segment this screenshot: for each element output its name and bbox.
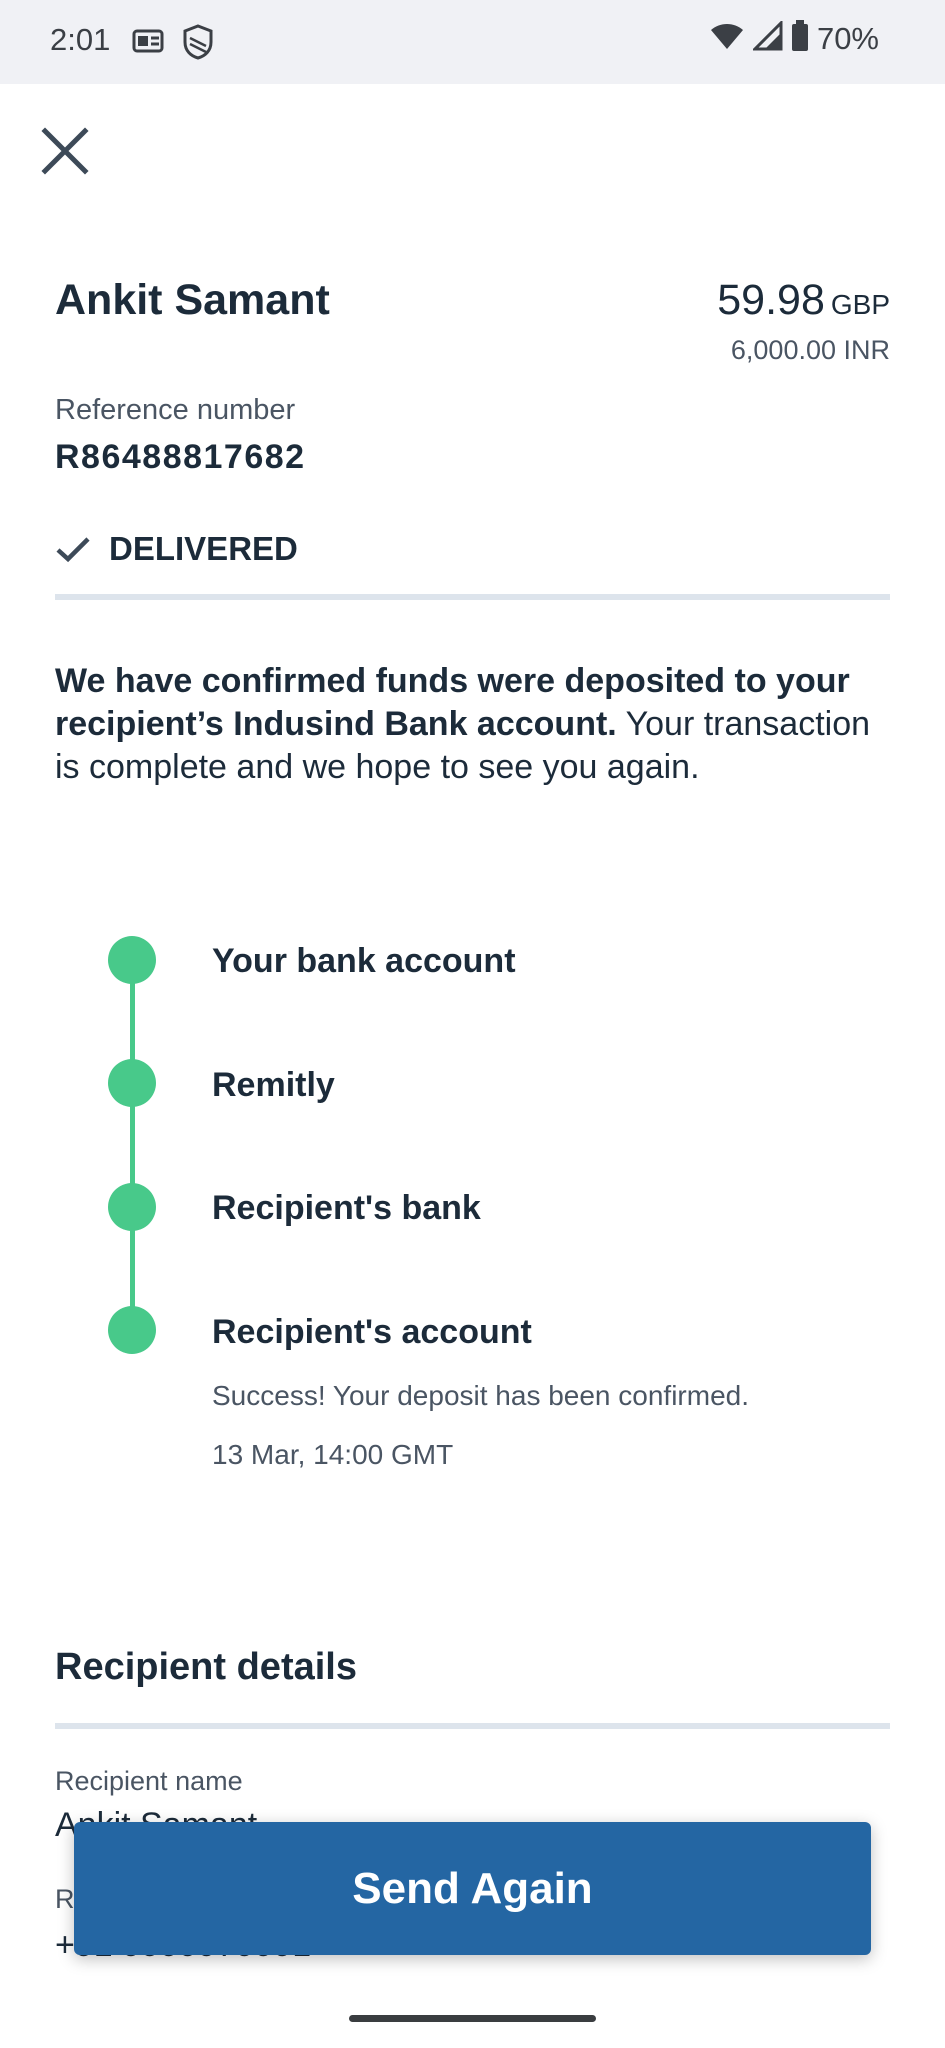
timeline-final-time: 13 Mar, 14:00 GMT (212, 1439, 454, 1470)
recipient-name: Ankit Samant (55, 276, 330, 324)
timeline-dot (108, 936, 156, 984)
amount-sent: 59.98 (717, 276, 825, 324)
timeline-dot (108, 1059, 156, 1107)
transfer-timeline: Your bank account Remitly Recipient's ba… (108, 936, 888, 1496)
timeline-step: Recipient's account (212, 1313, 532, 1351)
recipient-details-title: Recipient details (55, 1646, 357, 1688)
battery-percent: 70% (816, 20, 879, 56)
amount-converted: 6,000.00 INR (730, 335, 890, 365)
amount-block: 59.98 GBP 6,000.00 INR (717, 276, 890, 366)
close-button[interactable] (38, 124, 92, 178)
status-bar: 2:01 70% (0, 0, 945, 84)
timeline-step: Recipient's bank (212, 1189, 481, 1227)
timeline-step: Remitly (212, 1066, 335, 1104)
checkmark-icon (56, 537, 90, 563)
close-icon (41, 127, 89, 175)
timeline-final-note: Success! Your deposit has been confirmed… (212, 1380, 750, 1411)
battery-icon (791, 20, 809, 57)
divider (55, 1723, 890, 1729)
confirmation-message: We have confirmed funds were deposited t… (55, 660, 875, 789)
send-again-button[interactable]: Send Again (74, 1822, 871, 1955)
status-right: 70% (709, 19, 879, 57)
amount-currency: GBP (830, 289, 890, 320)
wifi-icon (709, 21, 745, 56)
status-time: 2:01 (50, 22, 111, 57)
signal-icon (751, 19, 783, 56)
timeline-dot (108, 1306, 156, 1354)
reference-number: R86488817682 (55, 438, 306, 476)
divider (55, 594, 890, 600)
notification-card-icon (132, 27, 168, 60)
recipient-phone-label: R (55, 1884, 75, 1914)
remitly-shield-icon (182, 24, 214, 65)
timeline-dot (108, 1183, 156, 1231)
timeline-line (130, 960, 135, 1330)
status-text: DELIVERED (109, 530, 298, 567)
timeline-step: Your bank account (212, 942, 516, 980)
home-indicator[interactable] (349, 2015, 596, 2022)
recipient-name-label: Recipient name (55, 1766, 243, 1796)
status-badge: DELIVERED (55, 530, 298, 568)
reference-label: Reference number (55, 394, 296, 426)
